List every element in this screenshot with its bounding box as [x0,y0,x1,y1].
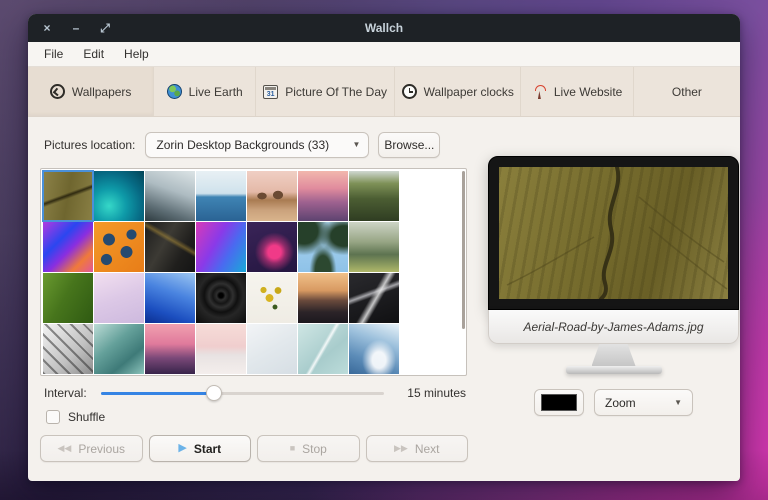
menu-file[interactable]: File [36,44,71,64]
thumbnail-desert-buttes[interactable] [247,171,297,221]
menu-edit[interactable]: Edit [75,44,112,64]
tab-label: Other [671,84,702,99]
thumbnail-water-drop-ripple[interactable] [196,273,246,323]
antenna-icon [532,84,547,99]
button-label: Previous [78,441,126,456]
tab-wallpaper-clocks[interactable]: Wallpaper clocks [395,67,522,116]
thumbnail-dark-streaks[interactable] [145,222,195,272]
thumbnail-waterfall-canyon[interactable] [349,171,399,221]
fit-mode-dropdown[interactable]: Zoom ▼ [594,389,693,416]
pictures-location-label: Pictures location: [44,137,136,152]
filename-bar: Aerial-Road-by-James-Adams.jpg [488,310,739,344]
wallpapers-panel: Pictures location: Zorin Desktop Backgro… [40,129,468,469]
next-button[interactable]: ▶▶ Next [365,435,468,462]
tab-live-earth[interactable]: Live Earth [154,67,257,116]
thumbnail-pink-dunes[interactable] [196,324,246,374]
thumbnail-palm-leaves[interactable] [298,222,348,272]
monitor-preview: Aerial-Road-by-James-Adams.jpg [488,156,739,374]
transport-controls: ◀◀ Previous ▶ Start ■ Stop ▶▶ Next [40,435,468,462]
wallch-window: × – ⤢ Wallch File Edit Help Wallpapers L… [28,14,740,481]
button-label: Next [414,441,440,456]
thumbnail-crystal-shards[interactable] [349,273,399,323]
browse-label: Browse... [384,137,435,152]
thumbnail-beach-wave[interactable] [145,171,195,221]
interval-slider[interactable] [100,385,384,401]
thumbnail-abstract-geometric[interactable] [43,222,93,272]
tab-wallpapers[interactable]: Wallpapers [28,67,155,116]
chevron-down-icon: ▼ [674,398,682,407]
thumbnail-mountain-lake[interactable] [349,222,399,272]
thumbnail-city-sunset[interactable] [298,171,348,221]
title-bar[interactable]: × – ⤢ Wallch [28,14,740,42]
thumbnail-yellow-flowers[interactable] [247,273,297,323]
tab-other[interactable]: Other [634,67,740,116]
thumbnail-snowy-peak[interactable] [349,324,399,374]
fit-mode-value: Zoom [605,395,636,410]
menu-bar: File Edit Help [28,42,740,67]
thumbnail-mountain-dusk[interactable] [298,273,348,323]
monitor-base [565,366,662,374]
thumbnail-pink-soft-texture[interactable] [94,273,144,323]
interval-label: Interval: [44,386,87,400]
previous-button[interactable]: ◀◀ Previous [40,435,143,462]
interval-value: 15 minutes [407,386,466,400]
shuffle-checkbox[interactable] [46,410,60,424]
menu-help[interactable]: Help [116,44,157,64]
slider-fill [100,392,214,395]
start-icon: ▶ [178,442,187,454]
pictures-location-value: Zorin Desktop Backgrounds (33) [156,137,330,152]
thumbnail-ocean-horizon[interactable] [196,171,246,221]
previous-icon: ◀◀ [57,443,72,453]
thumbnail-green-leaf[interactable] [43,273,93,323]
next-icon: ▶▶ [393,443,408,453]
thumbnail-blue-ice-crystals[interactable] [145,273,195,323]
window-title: Wallch [364,21,404,35]
tab-label: Live Website [553,84,623,99]
thumbnail-purple-pink-blob[interactable] [247,222,297,272]
stop-button[interactable]: ■ Stop [257,435,360,462]
thumbnail-teal-ice[interactable] [94,324,144,374]
stop-icon: ■ [289,443,296,453]
preview-panel: Aerial-Road-by-James-Adams.jpg Zoom ▼ [488,129,739,469]
clock-icon [401,84,417,99]
thumbnail-orange-droplets[interactable] [94,222,144,272]
tab-label: Live Earth [188,84,243,99]
wallpaper-preview-image [499,167,728,299]
tab-label: Wallpapers [71,84,132,99]
tab-picture-of-the-day[interactable]: 31 Picture Of The Day [256,67,396,116]
thumbnail-lighthouse-sunset[interactable] [145,324,195,374]
background-color-button[interactable] [534,389,584,416]
color-swatch [541,394,577,411]
tab-live-website[interactable]: Live Website [521,67,634,116]
aerial-road-graphic [506,167,728,299]
thumbnail-teal-wave[interactable] [94,171,144,221]
thumbnail-dot-mesh[interactable] [43,324,93,374]
thumbnail-list [40,168,467,376]
thumbnail-grid [41,169,466,376]
slider-handle[interactable] [206,385,222,401]
wallpaper-filename: Aerial-Road-by-James-Adams.jpg [523,319,704,334]
thumbnail-aerial-road[interactable] [42,170,94,222]
browse-button[interactable]: Browse... [378,131,441,158]
button-label: Start [193,441,222,456]
calendar-icon: 31 [263,84,279,99]
shuffle-label: Shuffle [68,410,106,424]
thumbnail-white-waves[interactable] [247,324,297,374]
tab-bar: Wallpapers Live Earth 31 Picture Of The … [28,67,740,117]
monitor-bezel [488,156,739,310]
vertical-scrollbar[interactable] [462,171,465,329]
globe-icon [166,84,182,99]
main-content: Pictures location: Zorin Desktop Backgro… [28,117,740,481]
chevron-down-icon: ▼ [352,140,361,149]
start-button[interactable]: ▶ Start [148,435,251,462]
thumbnail-pale-ice-lines[interactable] [298,324,348,374]
pictures-location-dropdown[interactable]: Zorin Desktop Backgrounds (33) ▼ [145,131,370,158]
tab-label: Wallpaper clocks [423,84,514,99]
thumbnail-abstract-wave[interactable] [196,222,246,272]
button-label: Stop [302,441,327,456]
wallpapers-icon [49,84,65,99]
tab-label: Picture Of The Day [285,84,388,99]
monitor-stand [591,344,636,366]
